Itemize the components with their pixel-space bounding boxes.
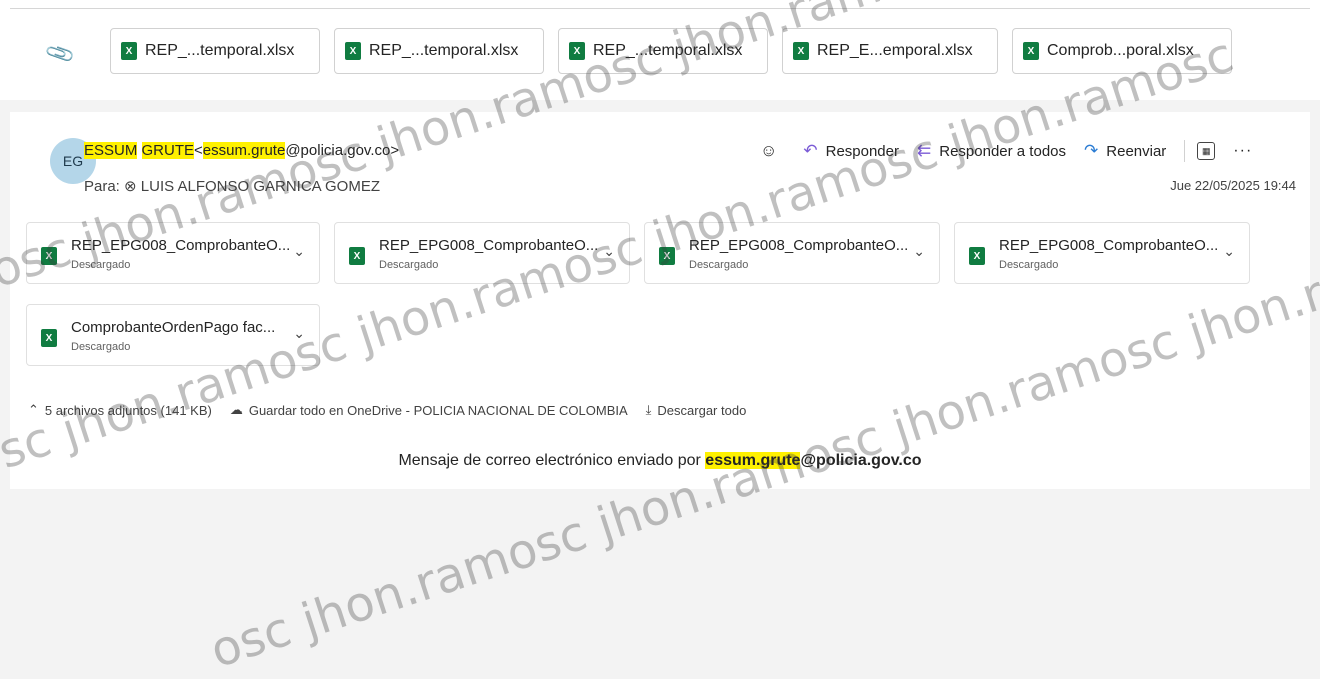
attachment-chip-label: REP_E...emporal.xlsx	[817, 42, 973, 59]
attachment-status: Descargado	[379, 259, 439, 271]
attachment-status: Descargado	[689, 259, 749, 271]
excel-icon: X	[793, 42, 809, 60]
forward-label: Reenviar	[1106, 142, 1167, 160]
excel-icon: X	[41, 247, 57, 265]
excel-icon: X	[569, 42, 585, 60]
attachment-name: REP_EPG008_ComprobanteO...	[689, 237, 909, 254]
attachment-card[interactable]: X REP_EPG008_ComprobanteO... Descargado …	[644, 222, 940, 284]
emoji-reaction-button[interactable]: ☺	[760, 141, 785, 161]
excel-icon: X	[659, 247, 675, 265]
attachment-chip-label: REP_...temporal.xlsx	[145, 42, 295, 59]
chevron-down-icon[interactable]: ⌄	[1223, 243, 1235, 260]
divider	[10, 8, 1310, 9]
attachment-card[interactable]: X REP_EPG008_ComprobanteO... Descargado …	[334, 222, 630, 284]
sent-prefix: Mensaje de correo electrónico enviado po…	[398, 452, 701, 469]
attachments-count: 5 archivos adjuntos (141 KB)	[44, 402, 212, 418]
attachment-chip[interactable]: X REP_E...emporal.xlsx	[782, 28, 998, 74]
download-all-link[interactable]: Descargar todo	[657, 403, 746, 418]
reply-button[interactable]: ↶ Responder	[803, 141, 899, 161]
attachment-name: REP_EPG008_ComprobanteO...	[379, 237, 599, 254]
chevron-down-icon[interactable]: ⌄	[603, 243, 615, 260]
attachment-name: REP_EPG008_ComprobanteO...	[999, 237, 1219, 254]
reply-all-label: Responder a todos	[939, 142, 1067, 160]
recipient-status-icon: ⊗	[124, 178, 137, 195]
attachment-status: Descargado	[71, 341, 131, 353]
attachment-chip-label: Comprob...poral.xlsx	[1047, 42, 1194, 59]
save-onedrive-link[interactable]: Guardar todo en OneDrive - POLICIA NACIO…	[249, 403, 628, 418]
reply-all-button[interactable]: ⇇ Responder a todos	[917, 141, 1066, 161]
to-label: Para:	[84, 178, 120, 195]
message-actions: ☺ ↶ Responder ⇇ Responder a todos ↷ Reenvia…	[760, 138, 1252, 164]
cloud-icon: ☁	[229, 402, 243, 417]
chevron-down-icon[interactable]: ⌄	[293, 325, 305, 342]
sender-email-domain: @policia.gov.co>	[285, 142, 400, 159]
sent-email-user: essum.grute	[705, 452, 801, 469]
sender-line[interactable]: ESSUM GRUTE<essum.grute@policia.gov.co>	[84, 142, 399, 159]
attachment-chip[interactable]: X REP_...temporal.xlsx	[334, 28, 544, 74]
forward-icon: ↷	[1084, 141, 1099, 160]
forward-button[interactable]: ↷ Reenviar	[1084, 141, 1166, 161]
reply-icon: ↶	[803, 141, 818, 160]
smiley-icon: ☺	[760, 141, 778, 160]
attachment-card[interactable]: X ComprobanteOrdenPago fac... Descargado…	[26, 304, 320, 366]
excel-icon: X	[969, 247, 985, 265]
received-date: Jue 22/05/2025 19:44	[1170, 178, 1296, 193]
download-icon: ⤓	[645, 402, 652, 417]
attachment-card[interactable]: X REP_EPG008_ComprobanteO... Descargado …	[954, 222, 1250, 284]
divider	[1184, 140, 1186, 162]
attachment-chip[interactable]: X REP_...temporal.xlsx	[558, 28, 768, 74]
sender-name-first: ESSUM	[84, 142, 138, 159]
excel-icon: X	[345, 42, 361, 60]
attachment-chip-label: REP_...temporal.xlsx	[593, 42, 743, 59]
reply-all-icon: ⇇	[917, 141, 932, 160]
excel-icon: X	[349, 247, 365, 265]
attachment-name: REP_EPG008_ComprobanteO...	[71, 237, 291, 254]
attachment-name: ComprobanteOrdenPago fac...	[71, 319, 276, 336]
attachment-strip: 📎 X REP_...temporal.xlsx X REP_...tempor…	[0, 0, 1320, 100]
reply-label: Responder	[825, 142, 899, 160]
collapse-attachments-icon[interactable]: ⌃	[28, 402, 39, 418]
attachment-status: Descargado	[999, 259, 1059, 271]
chevron-down-icon[interactable]: ⌄	[293, 243, 305, 260]
attachment-chip-label: REP_...temporal.xlsx	[369, 42, 519, 59]
sent-email-domain: @policia.gov.co	[800, 452, 922, 469]
recipients-line: Para: ⊗ LUIS ALFONSO GARNICA GOMEZ	[84, 177, 380, 195]
attachments-footer: ⌃ 5 archivos adjuntos (141 KB) ☁ Guardar…	[28, 402, 752, 418]
excel-icon: X	[121, 42, 137, 60]
attachment-chip[interactable]: X Comprob...poral.xlsx	[1012, 28, 1232, 74]
more-options-icon[interactable]: ···	[1233, 142, 1252, 160]
apps-grid-icon[interactable]: ▦	[1197, 142, 1216, 160]
paperclip-icon[interactable]: 📎	[43, 38, 77, 72]
sender-name-last: GRUTE	[141, 142, 195, 159]
excel-icon: X	[1023, 42, 1039, 60]
message-pane: EG ESSUM GRUTE<essum.grute@policia.gov.c…	[10, 112, 1310, 489]
recipient-name[interactable]: LUIS ALFONSO GARNICA GOMEZ	[141, 178, 380, 195]
attachment-card[interactable]: X REP_EPG008_ComprobanteO... Descargado …	[26, 222, 320, 284]
sent-by-notice: Mensaje de correo electrónico enviado po…	[10, 452, 1310, 470]
chevron-down-icon[interactable]: ⌄	[913, 243, 925, 260]
attachment-status: Descargado	[71, 259, 131, 271]
sender-email-user: essum.grute	[202, 142, 286, 159]
attachment-chip[interactable]: X REP_...temporal.xlsx	[110, 28, 320, 74]
excel-icon: X	[41, 329, 57, 347]
